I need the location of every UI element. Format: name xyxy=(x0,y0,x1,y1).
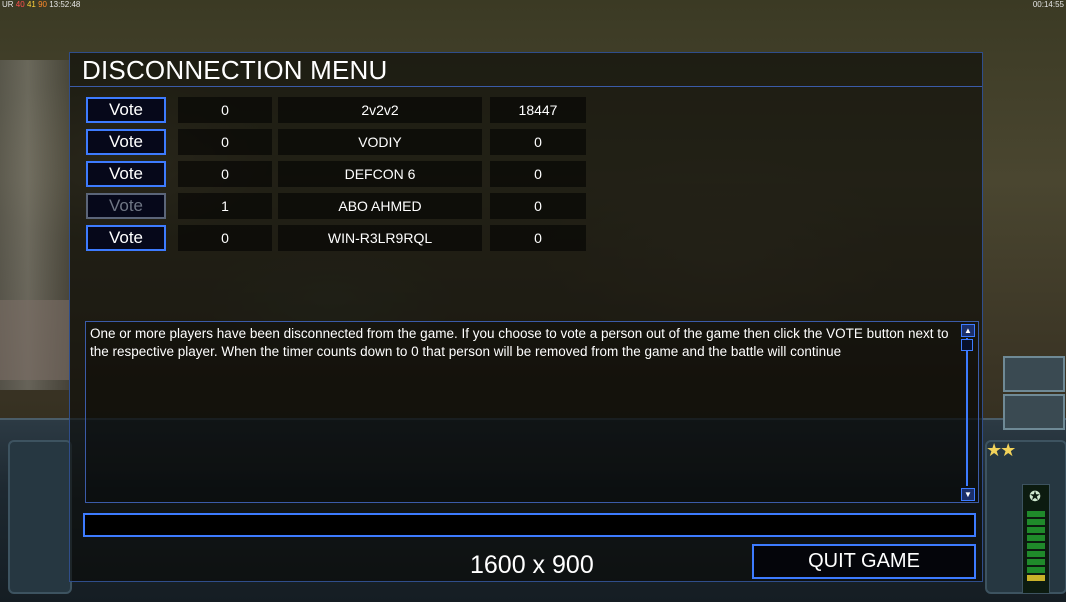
player-ping: 0 xyxy=(490,129,586,155)
power-segment xyxy=(1027,567,1045,573)
message-text: One or more players have been disconnect… xyxy=(90,326,949,359)
scroll-up-icon[interactable]: ▲ xyxy=(961,324,975,337)
player-name: DEFCON 6 xyxy=(278,161,482,187)
power-segment xyxy=(1027,543,1045,549)
player-ping: 0 xyxy=(490,161,586,187)
scrollbar-track[interactable] xyxy=(966,338,968,486)
player-name: 2v2v2 xyxy=(278,97,482,123)
resolution-label: 1600 x 900 xyxy=(470,551,594,579)
player-ping: 18447 xyxy=(490,97,586,123)
player-ping: 0 xyxy=(490,193,586,219)
vote-button[interactable]: Vote xyxy=(86,97,166,123)
game-stats: UR 40 41 90 13:52:48 xyxy=(2,0,80,9)
stat-value-1: 40 xyxy=(15,0,25,9)
vote-button[interactable]: Vote xyxy=(86,129,166,155)
scrollbar-thumb[interactable] xyxy=(961,339,973,351)
player-name: WIN-R3LR9RQL xyxy=(278,225,482,251)
player-name: VODIY xyxy=(278,129,482,155)
power-segment xyxy=(1027,575,1045,581)
vote-count: 0 xyxy=(178,129,272,155)
vote-button[interactable]: Vote xyxy=(86,225,166,251)
message-scrollbar[interactable]: ▲ ▼ xyxy=(960,324,976,501)
vote-count: 0 xyxy=(178,97,272,123)
vote-button-disabled: Vote xyxy=(86,193,166,219)
unit-thumbnail-2[interactable] xyxy=(1003,394,1065,430)
rank-star-icon: ★★ xyxy=(986,440,1016,460)
control-bar-left-panel xyxy=(8,440,72,594)
stat-label: UR xyxy=(2,0,14,9)
dialog-title: DISCONNECTION MENU xyxy=(82,55,388,85)
power-segment xyxy=(1027,519,1045,525)
faction-emblem-icon: ✪ xyxy=(1029,487,1041,504)
chat-input[interactable] xyxy=(83,513,976,537)
stat-value-2: 41 xyxy=(26,0,36,9)
vote-count: 1 xyxy=(178,193,272,219)
base-structure-lower xyxy=(0,300,70,380)
stat-value-3: 90 xyxy=(38,0,47,9)
player-ping: 0 xyxy=(490,225,586,251)
vote-count: 0 xyxy=(178,161,272,187)
power-segment xyxy=(1027,559,1045,565)
disconnection-dialog: DISCONNECTION MENU Vote 0 2v2v2 18447 Vo… xyxy=(69,52,983,582)
vote-button[interactable]: Vote xyxy=(86,161,166,187)
power-segment xyxy=(1027,511,1045,517)
clock: 13:52:48 xyxy=(49,0,81,9)
quit-game-button[interactable]: QUIT GAME xyxy=(752,544,976,579)
vote-count: 0 xyxy=(178,225,272,251)
scroll-down-icon[interactable]: ▼ xyxy=(961,488,975,501)
power-segment xyxy=(1027,551,1045,557)
message-box: One or more players have been disconnect… xyxy=(85,321,979,503)
power-segment xyxy=(1027,527,1045,533)
title-divider xyxy=(70,86,982,87)
power-segment xyxy=(1027,535,1045,541)
player-name: ABO AHMED xyxy=(278,193,482,219)
unit-thumbnail-1[interactable] xyxy=(1003,356,1065,392)
game-timer: 00:14:55 xyxy=(1032,0,1064,9)
